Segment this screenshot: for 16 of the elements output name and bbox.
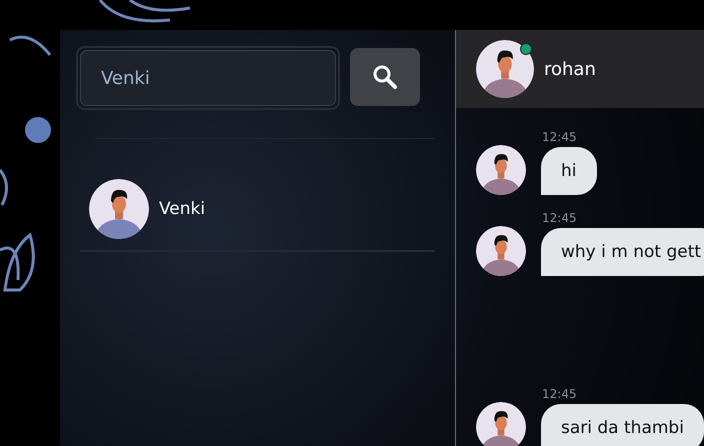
avatar — [476, 402, 526, 446]
avatar — [89, 179, 149, 239]
message-time: 12:45 — [542, 211, 578, 225]
message-bubble: hi — [541, 147, 596, 195]
message-bubble: why i m not gett — [541, 228, 704, 276]
avatar — [476, 40, 534, 98]
message-time: 12:45 — [542, 387, 578, 401]
contact-name[interactable]: Venki — [159, 199, 206, 219]
avatar — [476, 145, 526, 195]
search-icon — [372, 64, 398, 90]
message-bubble: sari da thambi — [541, 404, 704, 446]
message-time: 12:45 — [542, 130, 578, 144]
chat-contact-name: rohan — [544, 58, 596, 80]
search-field[interactable]: Venki — [80, 50, 336, 106]
search-button[interactable] — [350, 48, 420, 106]
avatar — [476, 226, 526, 276]
